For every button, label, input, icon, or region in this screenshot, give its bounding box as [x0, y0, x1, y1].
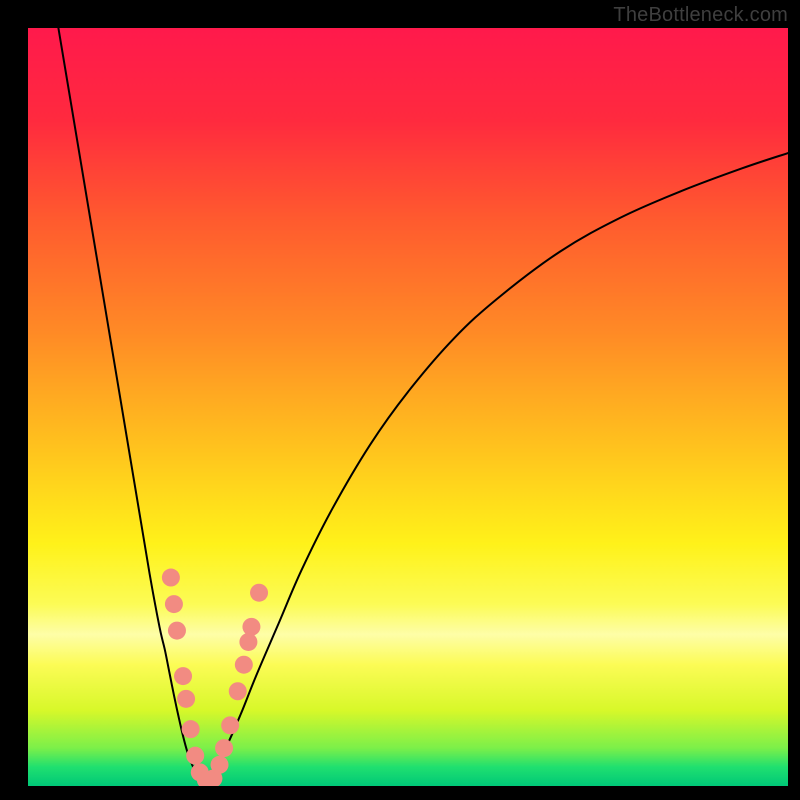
marker-bead [165, 595, 183, 613]
marker-bead [186, 747, 204, 765]
marker-bead [242, 618, 260, 636]
marker-bead [215, 739, 233, 757]
marker-bead [174, 667, 192, 685]
marker-bead [235, 656, 253, 674]
marker-bead [221, 716, 239, 734]
marker-bead [211, 756, 229, 774]
marker-bead [239, 633, 257, 651]
marker-bead [182, 720, 200, 738]
marker-bead [162, 569, 180, 587]
marker-bead [229, 682, 247, 700]
curve-left-branch [58, 28, 202, 780]
marker-bead [177, 690, 195, 708]
chart-svg [28, 28, 788, 786]
curve-right-branch [203, 153, 788, 780]
marker-bead [250, 584, 268, 602]
marker-bead [168, 622, 186, 640]
outer-frame: TheBottleneck.com [0, 0, 800, 800]
watermark-text: TheBottleneck.com [613, 4, 788, 27]
plot-area [28, 28, 788, 786]
